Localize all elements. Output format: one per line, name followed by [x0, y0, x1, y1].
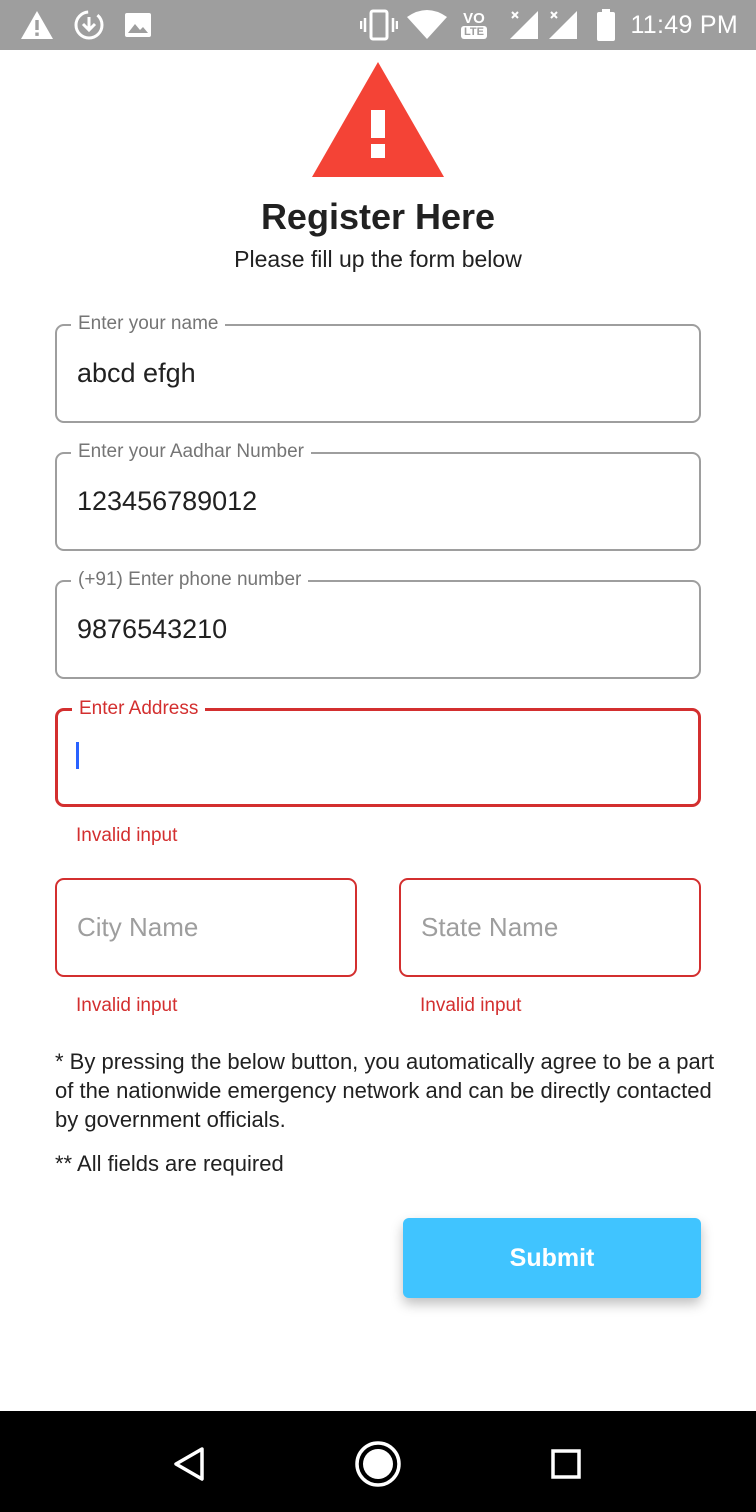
consent-notice: * By pressing the below button, you auto… [55, 1049, 715, 1132]
city-field-placeholder[interactable]: City Name [77, 880, 198, 975]
page-title: Register Here [260, 196, 496, 237]
signal-icon [547, 8, 579, 42]
page-subtitle: Please fill up the form below [234, 246, 522, 272]
download-icon [72, 8, 106, 42]
name-field-value[interactable]: abcd efgh [77, 326, 196, 421]
state-error: Invalid input [420, 995, 522, 1016]
city-field[interactable]: City Name [55, 878, 357, 977]
image-icon [123, 8, 153, 42]
signal-icon [508, 8, 540, 42]
volte-label-top: VO [463, 10, 485, 27]
back-icon[interactable] [164, 1439, 214, 1489]
city-error: Invalid input [76, 995, 178, 1016]
phone-field-value[interactable]: 9876543210 [77, 582, 227, 677]
status-bar: VO LTE 11:49 PM [0, 0, 756, 50]
address-error: Invalid input [76, 825, 178, 846]
text-cursor [76, 742, 79, 769]
battery-icon [596, 8, 616, 42]
status-time: 11:49 PM [630, 11, 738, 39]
volte-icon: VO LTE [461, 8, 487, 42]
warning-icon [310, 60, 446, 178]
state-field[interactable]: State Name [399, 878, 701, 977]
volte-label-bottom: LTE [461, 26, 487, 39]
wifi-icon [406, 8, 448, 42]
submit-button[interactable]: Submit [403, 1218, 701, 1298]
address-field-label: Enter Address [72, 695, 206, 723]
address-field[interactable]: Enter Address [55, 695, 701, 807]
name-field[interactable]: Enter your name abcd efgh [55, 310, 701, 423]
aadhar-field[interactable]: Enter your Aadhar Number 123456789012 [55, 438, 701, 551]
home-icon[interactable] [353, 1439, 403, 1489]
required-note: ** All fields are required [55, 1151, 284, 1176]
alert-icon [20, 8, 54, 42]
aadhar-field-value[interactable]: 123456789012 [77, 454, 257, 549]
phone-field[interactable]: (+91) Enter phone number 9876543210 [55, 566, 701, 679]
state-field-placeholder[interactable]: State Name [421, 880, 558, 975]
recents-icon[interactable] [541, 1439, 591, 1489]
navigation-bar [0, 1411, 756, 1512]
vibrate-icon [360, 8, 398, 42]
